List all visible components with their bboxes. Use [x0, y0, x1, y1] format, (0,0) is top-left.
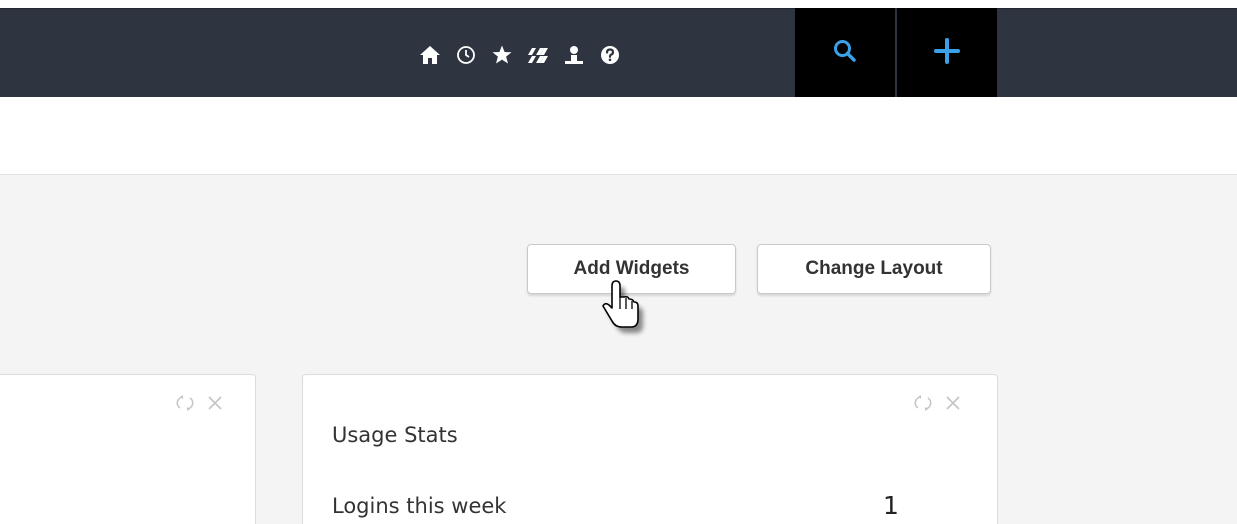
widget-controls: [913, 393, 963, 413]
apps-icon[interactable]: [520, 37, 556, 73]
app-frame: Add Widgets Change Layout Usage Stats Lo…: [0, 0, 1237, 524]
widget-card-left: [0, 374, 256, 524]
add-widgets-label: Add Widgets: [573, 258, 690, 279]
user-icon[interactable]: [556, 37, 592, 73]
clock-icon[interactable]: [448, 37, 484, 73]
nav-icon-group: [412, 37, 628, 73]
change-layout-label: Change Layout: [805, 258, 943, 279]
refresh-icon[interactable]: [913, 393, 933, 413]
help-icon[interactable]: [592, 37, 628, 73]
close-icon[interactable]: [943, 393, 963, 413]
stat-label: Logins this week: [332, 494, 507, 518]
add-new-button[interactable]: [897, 8, 997, 97]
home-icon[interactable]: [412, 37, 448, 73]
change-layout-button[interactable]: Change Layout: [757, 244, 991, 294]
add-widgets-button[interactable]: Add Widgets: [527, 244, 736, 294]
sub-header: [0, 97, 1237, 175]
search-button[interactable]: [795, 8, 895, 97]
plus-icon: [933, 37, 961, 69]
widget-title: Usage Stats: [332, 423, 458, 447]
window-top-strip: [0, 0, 1237, 8]
close-icon[interactable]: [205, 393, 225, 413]
widget-controls: [175, 393, 225, 413]
search-icon: [832, 38, 858, 68]
star-icon[interactable]: [484, 37, 520, 73]
refresh-icon[interactable]: [175, 393, 195, 413]
top-navigation-bar: [0, 8, 1237, 98]
stat-value: 1: [883, 491, 899, 520]
